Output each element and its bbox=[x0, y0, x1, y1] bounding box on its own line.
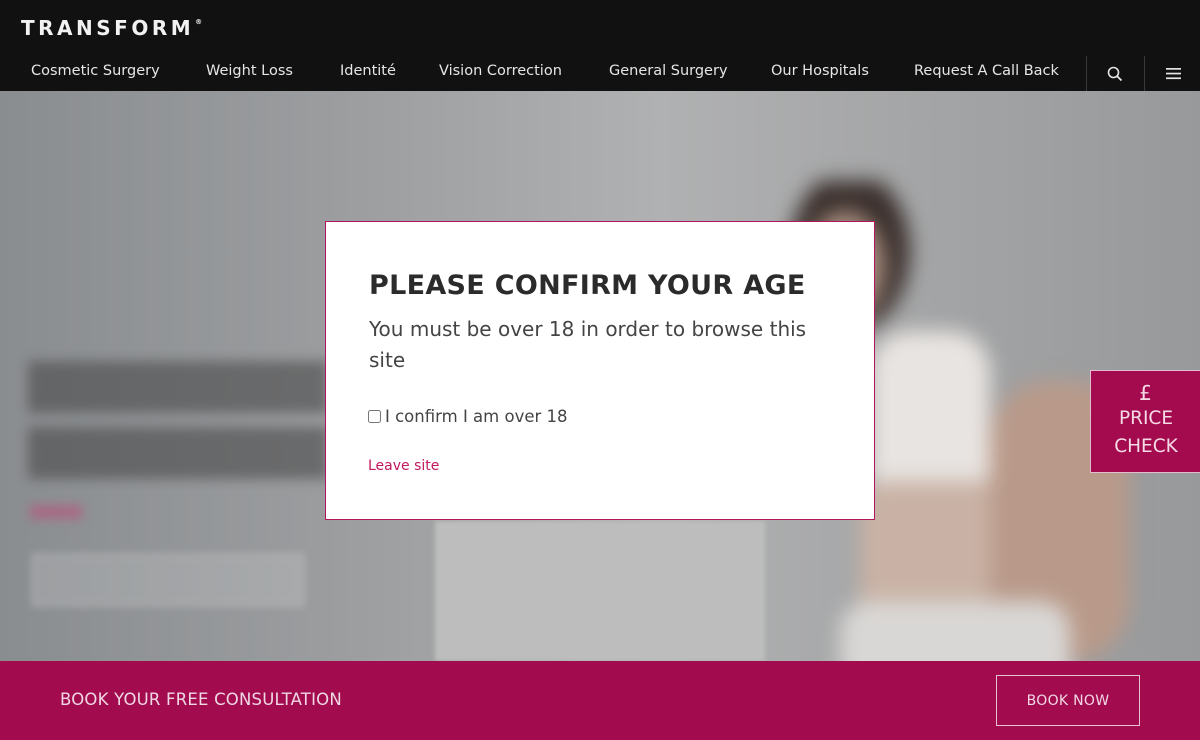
transform-logo[interactable]: TRANSFORM® bbox=[21, 16, 202, 40]
price-check-line1: PRICE bbox=[1118, 408, 1174, 429]
age-confirm-checkbox[interactable] bbox=[368, 410, 381, 423]
price-check-tab[interactable]: £ PRICE CHECK bbox=[1090, 370, 1200, 473]
leave-site-link[interactable]: Leave site bbox=[368, 458, 439, 474]
nav-item-identite[interactable]: Identité bbox=[340, 63, 396, 79]
nav-item-weight-loss[interactable]: Weight Loss bbox=[206, 63, 293, 79]
nav-item-our-hospitals[interactable]: Our Hospitals bbox=[771, 63, 869, 79]
hero-block-blurred bbox=[435, 521, 765, 661]
consultation-bar: BOOK YOUR FREE CONSULTATION BOOK NOW bbox=[0, 661, 1200, 740]
age-confirm-modal: PLEASE CONFIRM YOUR AGE You must be over… bbox=[325, 221, 875, 520]
age-confirm-label: I confirm I am over 18 bbox=[385, 407, 568, 426]
price-check-line2: CHECK bbox=[1114, 436, 1178, 457]
hamburger-menu-icon bbox=[1165, 68, 1181, 80]
hero-headline-blurred bbox=[28, 361, 328, 479]
pound-icon: £ bbox=[1139, 381, 1152, 405]
age-confirm-option[interactable]: I confirm I am over 18 bbox=[368, 407, 568, 426]
nav-item-request-call-back[interactable]: Request A Call Back bbox=[914, 63, 1059, 79]
site-header: TRANSFORM® Cosmetic Surgery Weight Loss … bbox=[0, 0, 1200, 91]
menu-button[interactable] bbox=[1145, 56, 1200, 91]
search-button[interactable] bbox=[1087, 56, 1143, 91]
consultation-text: BOOK YOUR FREE CONSULTATION bbox=[60, 690, 342, 709]
nav-item-vision-correction[interactable]: Vision Correction bbox=[439, 63, 562, 79]
hero-accent-blurred bbox=[30, 505, 82, 519]
hero-button-blurred bbox=[32, 554, 304, 606]
modal-description: You must be over 18 in order to browse t… bbox=[369, 317, 807, 372]
search-icon bbox=[1107, 66, 1123, 81]
book-now-button[interactable]: BOOK NOW bbox=[996, 675, 1140, 726]
nav-item-general-surgery[interactable]: General Surgery bbox=[609, 63, 728, 79]
nav-item-cosmetic-surgery[interactable]: Cosmetic Surgery bbox=[31, 63, 160, 79]
modal-title: PLEASE CONFIRM YOUR AGE bbox=[369, 270, 806, 301]
